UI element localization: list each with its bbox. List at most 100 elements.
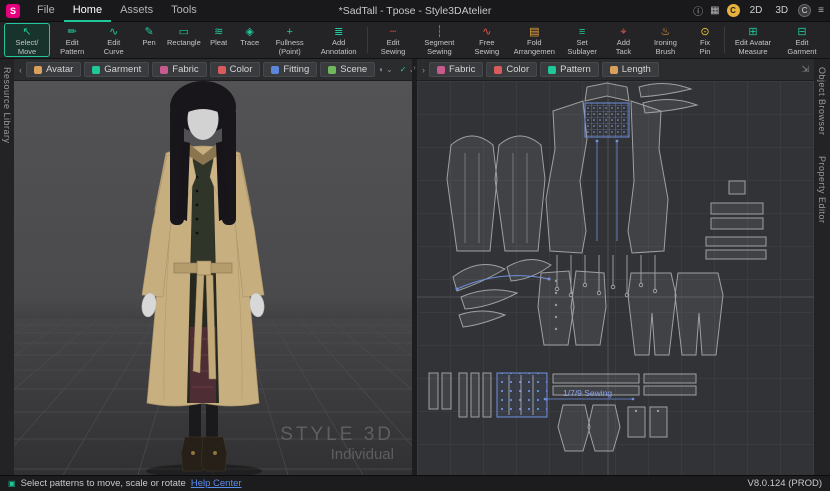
status-text: Select patterns to move, scale or rotate [20,478,186,489]
toolbar-tools: ↖ Select/ Move ✏ Edit Pattern ∿ Edit Curve ✎ Pe… [0,22,830,59]
pattern-sleeves-group[interactable] [446,135,546,252]
edit-curve-icon: ∿ [109,26,119,38]
tool-add-tack[interactable]: ⌖ Add Tack [606,23,641,57]
view-2d-button[interactable]: 2D [747,4,766,17]
selected-pattern-piece-2[interactable] [496,372,548,418]
menu-home[interactable]: Home [64,0,111,22]
tab-2d-pattern-2d[interactable]: Pattern [540,62,599,77]
tool-label: Fold Arrangemen [513,39,555,56]
tool-fold-arrangement[interactable]: ▤ Fold Arrangemen [510,23,558,57]
tool-label: Edit Curve [103,39,124,56]
coin-badge[interactable]: C [726,4,740,17]
viewport-3d-header: ‹ Avatar Garment Fabric Color Fitting Scene ◐… [14,59,430,81]
tab-2d-color-2d[interactable]: Color [486,62,538,77]
pattern-bodice-small-group[interactable] [537,270,607,346]
pattern-svg: 1/7/9 Sewing [417,81,814,475]
tab-label: Avatar [46,64,74,75]
tool-edit-garment-measure[interactable]: ⊟Edit Garment Measure [778,23,826,57]
length-2d-icon [609,65,618,74]
edit-pattern-icon: ✏ [67,26,77,38]
help-center-link[interactable]: Help Center [191,478,242,489]
tool-label: Fix Pin [699,39,711,56]
tool-ironing-brush[interactable]: ♨ Ironing Brush [642,23,689,57]
tool-edit-avatar-measure[interactable]: ⊞ Edit Avatar Measure [729,23,777,57]
titlebar: S File Home Assets Tools *SadTall - Tpose … [0,0,830,22]
edit-garment-measure-icon: ⊟ [797,26,807,38]
tool-select-move[interactable]: ↖ Select/ Move [4,23,51,57]
fold-arrangement-icon: ▤ [529,26,540,38]
apps-grid-icon[interactable]: ▦ [710,5,719,16]
app-window: S File Home Assets Tools *SadTall - Tpose … [0,0,830,491]
tool-label: Segment Sewing [424,39,455,56]
view-3d-button[interactable]: 3D [772,4,791,17]
info-icon[interactable]: ⓘ [693,3,703,18]
tab-3d-garment[interactable]: Garment [84,62,150,77]
tool-add-annotation[interactable]: ≣ Add Annotation [315,23,363,57]
tool-pleat[interactable]: ≋ Pleat [204,23,234,57]
scene-3d-svg [14,81,412,475]
toolbar-separator [723,27,725,53]
tool-pen[interactable]: ✎ Pen [134,23,164,57]
tab-3d-color[interactable]: Color [209,62,261,77]
render-style-dropdown[interactable]: ◐ ⌄ [379,65,393,74]
set-sublayer-icon: ≡ [578,26,586,38]
pattern-hood-group[interactable] [452,259,552,328]
tab-3d-avatar[interactable]: Avatar [26,62,82,77]
add-tack-icon: ⌖ [620,26,627,38]
user-badge[interactable]: C [798,4,812,17]
property-editor-tab[interactable]: Property Editor [817,156,827,224]
tool-label: Fullness (Point) [275,39,304,56]
status-icon: ▣ [8,479,16,488]
pattern-collar-group[interactable] [638,83,699,114]
pattern-2d-icon [548,65,557,74]
collapse-left-icon[interactable]: ‹ [19,65,22,75]
tool-set-sublayer[interactable]: ≡ Set Sublayer [559,23,605,57]
menu-tools[interactable]: Tools [162,0,206,22]
tab-3d-fabric[interactable]: Fabric [152,62,207,77]
tool-fix-pin[interactable]: ⊙ Fix Pin [690,23,720,57]
tool-rectangle[interactable]: ▭ Rectangle [165,23,203,57]
window-title: *SadTall - Tpose - Style3DAtelier [338,4,492,17]
tab-2d-fabric-2d[interactable]: Fabric [429,62,484,77]
tool-trace[interactable]: ◈ Trace [235,23,265,57]
tool-label: Select/ Move [15,39,39,56]
viewport-2d-header: › Fabric Color Pattern Length ⇲ [417,59,814,81]
tab-2d-length-2d[interactable]: Length [601,62,659,77]
tool-fullness-point[interactable]: + Fullness (Point) [266,23,314,57]
collapse-right-icon[interactable]: › [422,65,425,75]
segment-sewing-icon: ┆ [436,26,443,38]
pattern-belt-group[interactable] [428,372,697,452]
tool-label: Edit Sewing [380,39,406,56]
pattern-pants-group[interactable] [627,272,724,356]
pattern-strips-right-group[interactable] [705,180,767,260]
viewport-2d: › Fabric Color Pattern Length ⇲ 1/7/9 Se… [417,59,814,475]
toolbar-separator [366,27,368,53]
resource-library-panel[interactable]: Resource Library [0,59,14,475]
tab-3d-fitting[interactable]: Fitting [263,62,318,77]
tool-free-sewing[interactable]: ∿ Free Sewing [464,23,509,57]
rectangle-icon: ▭ [178,26,190,38]
tab-3d-scene[interactable]: Scene [320,62,376,77]
menu-file[interactable]: File [28,0,64,22]
tool-edit-sewing[interactable]: ┄ Edit Sewing [372,23,415,57]
shading-icon: ◐ [379,65,385,74]
tab-label: Color [506,64,530,75]
menu-assets[interactable]: Assets [111,0,162,22]
expand-icon-2d[interactable]: ⇲ [801,64,809,75]
tool-edit-curve[interactable]: ∿ Edit Curve [94,23,133,57]
tool-label: Set Sublayer [567,39,597,56]
tool-segment-sewing[interactable]: ┆ Segment Sewing [415,23,463,57]
selected-pattern-piece[interactable] [584,102,630,138]
pattern-canvas[interactable]: 1/7/9 Sewing [417,81,814,475]
tool-label: Trace [240,39,260,47]
scene-3d[interactable]: STYLE 3D Individual [14,81,412,475]
tool-label: Add Annotation [320,39,357,56]
fix-pin-icon: ⊙ [700,26,710,38]
menu-icon[interactable]: ≡ [818,5,824,16]
tool-edit-pattern[interactable]: ✏ Edit Pattern [51,23,93,57]
tool-label: Ironing Brush [653,39,677,56]
object-browser-tab[interactable]: Object Browser [817,67,827,136]
tab-label: Fabric [449,64,476,75]
watermark-line1: STYLE 3D [280,424,394,445]
check-icon: ✓ [399,65,407,74]
